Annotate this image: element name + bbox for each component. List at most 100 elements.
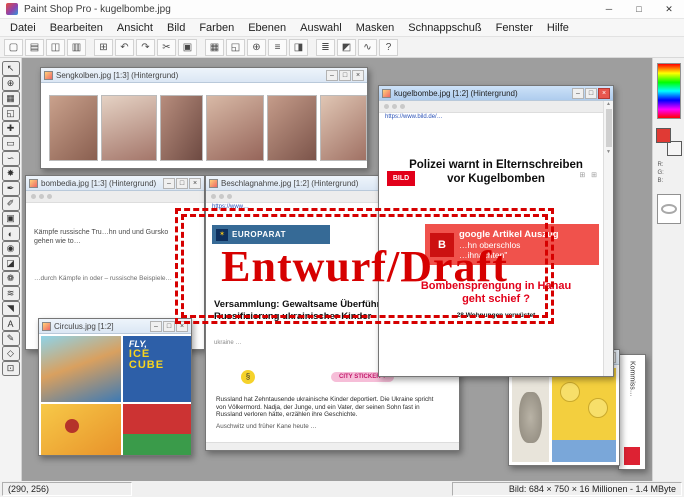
image-canvas[interactable]: https://www.bild.de/… BILD ⊞ ⊞ Polizei w… (379, 101, 613, 376)
window-circulus[interactable]: Circulus.jpg [1:2] – □ × FLY, ICE CUBE (38, 318, 192, 456)
style-bar-button[interactable]: ◨ (289, 39, 308, 56)
preset-shapes-tool[interactable]: ◇ (2, 346, 20, 361)
deform-tool[interactable]: ▦ (2, 91, 20, 106)
move-tool[interactable]: ✚ (2, 121, 20, 136)
child-minimize-button[interactable]: – (572, 88, 584, 99)
close-button[interactable]: ✕ (654, 0, 684, 18)
child-maximize-button[interactable]: □ (585, 88, 597, 99)
redo-button[interactable]: ↷ (136, 39, 155, 56)
maximize-button[interactable]: □ (624, 0, 654, 18)
image-canvas[interactable]: Kommiss… (619, 355, 645, 469)
mdi-workspace[interactable]: Sengkolben.jpg [1:3] (Hintergrund) – □ ×… (22, 58, 652, 481)
text-tool[interactable]: A (2, 316, 20, 331)
menu-bild[interactable]: Bild (160, 19, 192, 37)
new-button[interactable]: ▢ (4, 39, 23, 56)
child-minimize-button[interactable]: – (326, 70, 338, 81)
app-titlebar[interactable]: Paint Shop Pro - kugelbombe.jpg ─ □ ✕ (0, 0, 684, 19)
vertical-scrollbar[interactable]: ▲ ▼ (603, 101, 613, 376)
copy-button[interactable]: ▣ (178, 39, 197, 56)
color-palette-button[interactable]: ◩ (337, 39, 356, 56)
scrollbar-thumb[interactable] (606, 109, 612, 147)
window-titlebar[interactable]: Circulus.jpg [1:2] – □ × (39, 319, 191, 334)
color-picker-gradient[interactable] (657, 63, 681, 119)
europarat-logo-icon: ✶ (216, 229, 228, 241)
paste-button[interactable]: ▦ (205, 39, 224, 56)
histogram-button[interactable]: ∿ (358, 39, 377, 56)
child-maximize-button[interactable]: □ (163, 321, 175, 332)
window-titlebar[interactable]: kugelbombe.jpg [1:2] (Hintergrund) – □ × (379, 86, 613, 101)
menu-bearbeiten[interactable]: Bearbeiten (43, 19, 110, 37)
child-maximize-button[interactable]: □ (176, 178, 188, 189)
flood-fill-tool[interactable]: ◥ (2, 301, 20, 316)
color-replacer-tool[interactable]: ◐ (2, 226, 20, 241)
background-color-swatch[interactable] (667, 141, 682, 156)
menu-farben[interactable]: Farben (192, 19, 241, 37)
cartoon-right-panel (552, 368, 616, 462)
scroll-down-icon[interactable]: ▼ (604, 149, 613, 155)
image-canvas[interactable] (509, 365, 619, 465)
clone-tool[interactable]: ▣ (2, 211, 20, 226)
retouch-tool[interactable]: ◉ (2, 241, 20, 256)
picture-tube-tool[interactable]: ❁ (2, 271, 20, 286)
window-title: Beschlagnahme.jpg [1:2] (Hintergrund) (221, 179, 358, 188)
comic-panel (41, 336, 121, 402)
fullscreen-button[interactable]: ◱ (226, 39, 245, 56)
minimize-button[interactable]: ─ (594, 0, 624, 18)
zoom-normal-button[interactable]: ⊕ (247, 39, 266, 56)
scroll-up-icon[interactable]: ▲ (604, 101, 613, 107)
menu-hilfe[interactable]: Hilfe (540, 19, 576, 37)
image-canvas[interactable] (41, 83, 367, 168)
freehand-tool[interactable]: ∽ (2, 151, 20, 166)
child-minimize-button[interactable]: – (150, 321, 162, 332)
image-canvas[interactable]: FLY, ICE CUBE (39, 334, 191, 455)
style-preview-box[interactable] (657, 194, 681, 224)
child-minimize-button[interactable]: – (163, 178, 175, 189)
child-close-button[interactable]: × (352, 70, 364, 81)
cut-button[interactable]: ✂ (157, 39, 176, 56)
print-button[interactable]: ▥ (67, 39, 86, 56)
menu-schnappschuss[interactable]: Schnappschuß (401, 19, 488, 37)
paintbrush-tool[interactable]: ✐ (2, 196, 20, 211)
window-kommiss[interactable]: Kommiss… (618, 354, 646, 470)
dropper-tool[interactable]: ✒ (2, 181, 20, 196)
horizontal-scrollbar[interactable] (206, 442, 459, 450)
layer-palette-button[interactable]: ≣ (316, 39, 335, 56)
selection-tool[interactable]: ▭ (2, 136, 20, 151)
menu-datei[interactable]: Datei (3, 19, 43, 37)
red-logo-block (624, 447, 640, 465)
toolbar-toggle-button[interactable]: ≡ (268, 39, 287, 56)
child-close-button[interactable]: × (598, 88, 610, 99)
menu-ansicht[interactable]: Ansicht (110, 19, 160, 37)
window-kugelbombe[interactable]: kugelbombe.jpg [1:2] (Hintergrund) – □ ×… (378, 85, 614, 377)
menu-fenster[interactable]: Fenster (489, 19, 540, 37)
window-sengkolben[interactable]: Sengkolben.jpg [1:3] (Hintergrund) – □ × (40, 67, 368, 169)
magic-wand-tool[interactable]: ✸ (2, 166, 20, 181)
arrow-tool[interactable]: ↖ (2, 61, 20, 76)
open-button[interactable]: ▤ (25, 39, 44, 56)
help-button[interactable]: ? (379, 39, 398, 56)
europarat-label: EUROPARAT (232, 230, 286, 239)
window-titlebar[interactable]: bombedia.jpg [1:3] (Hintergrund) – □ × (26, 176, 204, 191)
cursor-coordinates: (290, 256) (2, 482, 132, 496)
draw-tool[interactable]: ✎ (2, 331, 20, 346)
crop-tool[interactable]: ◱ (2, 106, 20, 121)
zoom-tool[interactable]: ⊕ (2, 76, 20, 91)
quote-box: B google Artikel Auszug …hn oberschlos …… (425, 224, 599, 265)
save-button[interactable]: ◫ (46, 39, 65, 56)
child-maximize-button[interactable]: □ (339, 70, 351, 81)
foreground-color-swatch[interactable] (656, 128, 671, 143)
menu-ebenen[interactable]: Ebenen (241, 19, 293, 37)
child-close-button[interactable]: × (189, 178, 201, 189)
undo-button[interactable]: ↶ (115, 39, 134, 56)
window-title: kugelbombe.jpg [1:2] (Hintergrund) (394, 89, 518, 98)
airbrush-tool[interactable]: ≋ (2, 286, 20, 301)
object-selector-tool[interactable]: ⊡ (2, 361, 20, 376)
child-close-button[interactable]: × (176, 321, 188, 332)
window-titlebar[interactable]: Sengkolben.jpg [1:3] (Hintergrund) – □ × (41, 68, 367, 83)
menu-auswahl[interactable]: Auswahl (293, 19, 349, 37)
eraser-tool[interactable]: ◪ (2, 256, 20, 271)
photo-thumbnail (101, 95, 157, 161)
preview-button[interactable]: ⊞ (94, 39, 113, 56)
menu-masken[interactable]: Masken (349, 19, 402, 37)
comic-red-block (123, 404, 191, 435)
